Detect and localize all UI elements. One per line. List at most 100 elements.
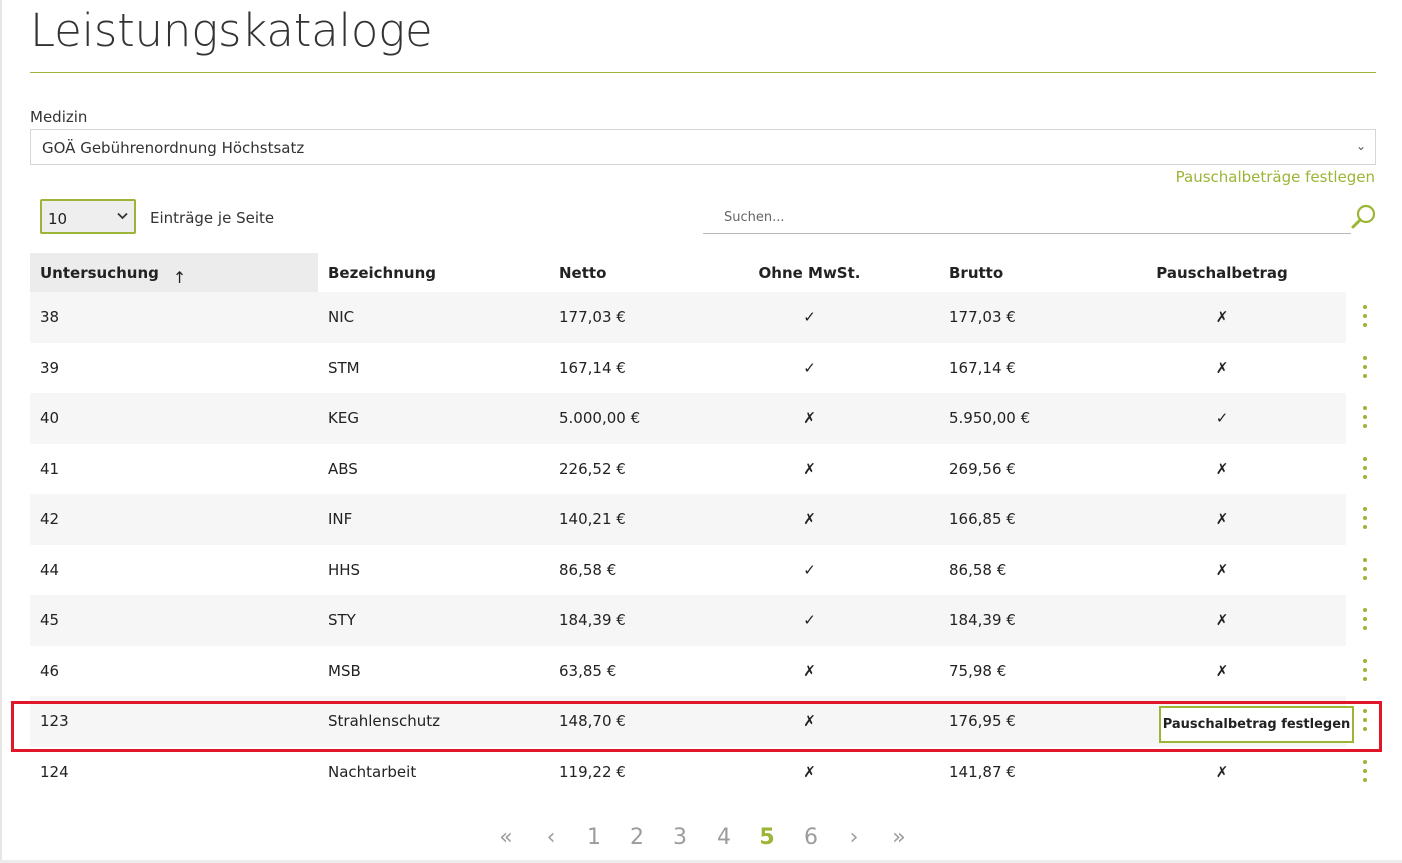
- table-cell-ohne-mwst: ✓: [803, 560, 816, 579]
- table-cell-netto: 167,14 €: [559, 358, 626, 377]
- table-row: 124 Nachtarbeit 119,22 € ✗ 141,87 € ✗: [30, 747, 1346, 798]
- column-header-brutto[interactable]: Brutto: [939, 253, 1098, 292]
- row-menu-icon[interactable]: [1355, 608, 1375, 632]
- pagination-next-button[interactable]: ›: [836, 820, 872, 856]
- table-cell-netto: 5.000,00 €: [549, 393, 680, 444]
- sort-ascending-icon: ↑: [172, 268, 187, 287]
- menu-dot: [1363, 525, 1367, 529]
- table-row: 41 ABS 226,52 € ✗ 269,56 € ✗: [30, 444, 1346, 495]
- table-cell-brutto: 75,98 €: [949, 661, 1007, 680]
- column-header-bezeichnung[interactable]: Bezeichnung: [318, 253, 549, 292]
- table-body: 38 NIC 177,03 € ✓ 177,03 € ✗ 39 STM 167,14 € ✓ 167…: [30, 292, 1346, 797]
- table-cell-netto: 86,58 €: [559, 560, 617, 579]
- menu-dot: [1363, 465, 1367, 470]
- table-cell-untersuchung: 123: [30, 696, 318, 747]
- column-header-pauschalbetrag[interactable]: Pauschalbetrag: [1098, 253, 1346, 292]
- table-cell-brutto: 176,95 €: [939, 696, 1098, 747]
- search-input[interactable]: [703, 202, 1351, 234]
- table-cell-untersuchung: 41: [40, 459, 60, 478]
- table-row: 40 KEG 5.000,00 € ✗ 5.950,00 € ✓: [30, 393, 1346, 444]
- pagination-page-6[interactable]: 6: [793, 820, 829, 856]
- menu-dot: [1363, 355, 1367, 360]
- menu-dot: [1363, 474, 1367, 479]
- catalog-select[interactable]: GOÄ Gebührenordnung Höchstsatz ⌄: [30, 129, 1376, 165]
- pagination-prev-button[interactable]: ‹: [533, 820, 569, 856]
- pagination-page-5[interactable]: 5: [749, 820, 785, 856]
- row-menu-icon[interactable]: [1355, 709, 1375, 733]
- menu-dot: [1363, 456, 1367, 461]
- table-cell-netto: 119,22 €: [559, 762, 626, 781]
- menu-dot: [1363, 718, 1367, 722]
- table-cell-pauschal: ✗: [1098, 494, 1346, 545]
- row-menu-icon[interactable]: [1355, 305, 1375, 329]
- table-cell-bezeichnung: ABS: [328, 459, 358, 478]
- chevron-down-icon-svg: [117, 212, 128, 220]
- title-divider: [30, 72, 1376, 73]
- table-cell-ohne-mwst: ✗: [803, 762, 816, 781]
- table-cell-pauschal: ✗: [1215, 661, 1229, 680]
- table-cell-brutto: 269,56 €: [949, 459, 1016, 478]
- page-frame-left: [0, 0, 2, 863]
- table-cell-ohne-mwst: ✓: [680, 292, 939, 343]
- row-menu-icon[interactable]: [1355, 759, 1375, 784]
- menu-dot: [1363, 768, 1367, 773]
- table-cell-bezeichnung: KEG: [318, 393, 549, 444]
- services-table: Untersuchung ↑ Bezeichnung Netto Ohne MwS…: [30, 253, 1346, 797]
- set-flat-rate-button[interactable]: Pauschalbetrag festlegen: [1159, 706, 1354, 743]
- row-menu-icon[interactable]: [1355, 507, 1375, 531]
- pagination-page-2[interactable]: 2: [619, 820, 655, 856]
- row-menu-icon[interactable]: [1355, 355, 1375, 380]
- chevron-down-icon: [117, 210, 128, 223]
- row-menu-icon[interactable]: [1355, 557, 1375, 582]
- menu-dot: [1363, 415, 1367, 419]
- table-header-row: Untersuchung ↑ Bezeichnung Netto Ohne MwS…: [30, 253, 1346, 292]
- table-cell-netto: 63,85 €: [559, 661, 617, 680]
- table-cell-pauschal: ✓: [1098, 393, 1346, 444]
- pagination: « ‹ 1 2 3 4 5 6 › »: [0, 820, 1402, 856]
- row-menu-icon[interactable]: [1355, 406, 1375, 430]
- table-cell-netto: 226,52 €: [559, 459, 626, 478]
- menu-dot: [1363, 364, 1367, 369]
- table-cell-ohne-mwst: ✓: [803, 358, 816, 377]
- menu-dot: [1363, 759, 1367, 764]
- row-menu-icon[interactable]: [1355, 456, 1375, 481]
- set-flat-rates-link[interactable]: Pauschalbeträge festlegen: [1176, 168, 1375, 186]
- column-header-untersuchung[interactable]: Untersuchung ↑: [30, 253, 318, 292]
- table-cell-untersuchung: 39: [40, 358, 60, 377]
- menu-dot: [1363, 658, 1367, 663]
- column-header-label: Untersuchung: [40, 264, 159, 282]
- table-cell-netto: 177,03 €: [549, 292, 680, 343]
- table-cell-brutto: 166,85 €: [939, 494, 1098, 545]
- page-size-select[interactable]: 10: [40, 199, 136, 234]
- menu-dot: [1363, 373, 1367, 378]
- pagination-page-1[interactable]: 1: [576, 820, 612, 856]
- table-cell-ohne-mwst: ✗: [680, 696, 939, 747]
- table-cell-ohne-mwst: ✗: [803, 459, 816, 478]
- pagination-page-3[interactable]: 3: [662, 820, 698, 856]
- pagination-page-4[interactable]: 4: [706, 820, 742, 856]
- search-icon[interactable]: [1350, 203, 1378, 231]
- menu-dot: [1363, 626, 1367, 630]
- table-cell-untersuchung: 46: [40, 661, 60, 680]
- row-menu-icon[interactable]: [1355, 658, 1375, 683]
- column-header-ohne-mwst[interactable]: Ohne MwSt.: [680, 253, 939, 292]
- menu-dot: [1363, 424, 1367, 428]
- column-header-netto[interactable]: Netto: [549, 253, 680, 292]
- menu-dot: [1363, 314, 1367, 318]
- table-cell-brutto: 86,58 €: [949, 560, 1007, 579]
- table-cell-untersuchung: 40: [30, 393, 318, 444]
- table-cell-bezeichnung: STM: [328, 358, 360, 377]
- table-cell-bezeichnung: MSB: [328, 661, 361, 680]
- menu-dot: [1363, 566, 1367, 571]
- catalog-select-value: GOÄ Gebührenordnung Höchstsatz: [42, 139, 305, 157]
- page-size-value: 10: [48, 210, 68, 228]
- pagination-first-button[interactable]: «: [488, 820, 524, 856]
- pagination-last-button[interactable]: »: [881, 820, 917, 856]
- menu-dot: [1363, 777, 1367, 782]
- menu-dot: [1363, 608, 1367, 612]
- table-cell-untersuchung: 45: [30, 595, 318, 646]
- page-size-label: Einträge je Seite: [150, 209, 275, 227]
- table-cell-bezeichnung: Strahlenschutz: [318, 696, 549, 747]
- table-cell-ohne-mwst: ✓: [680, 595, 939, 646]
- table-cell-untersuchung: 38: [30, 292, 318, 343]
